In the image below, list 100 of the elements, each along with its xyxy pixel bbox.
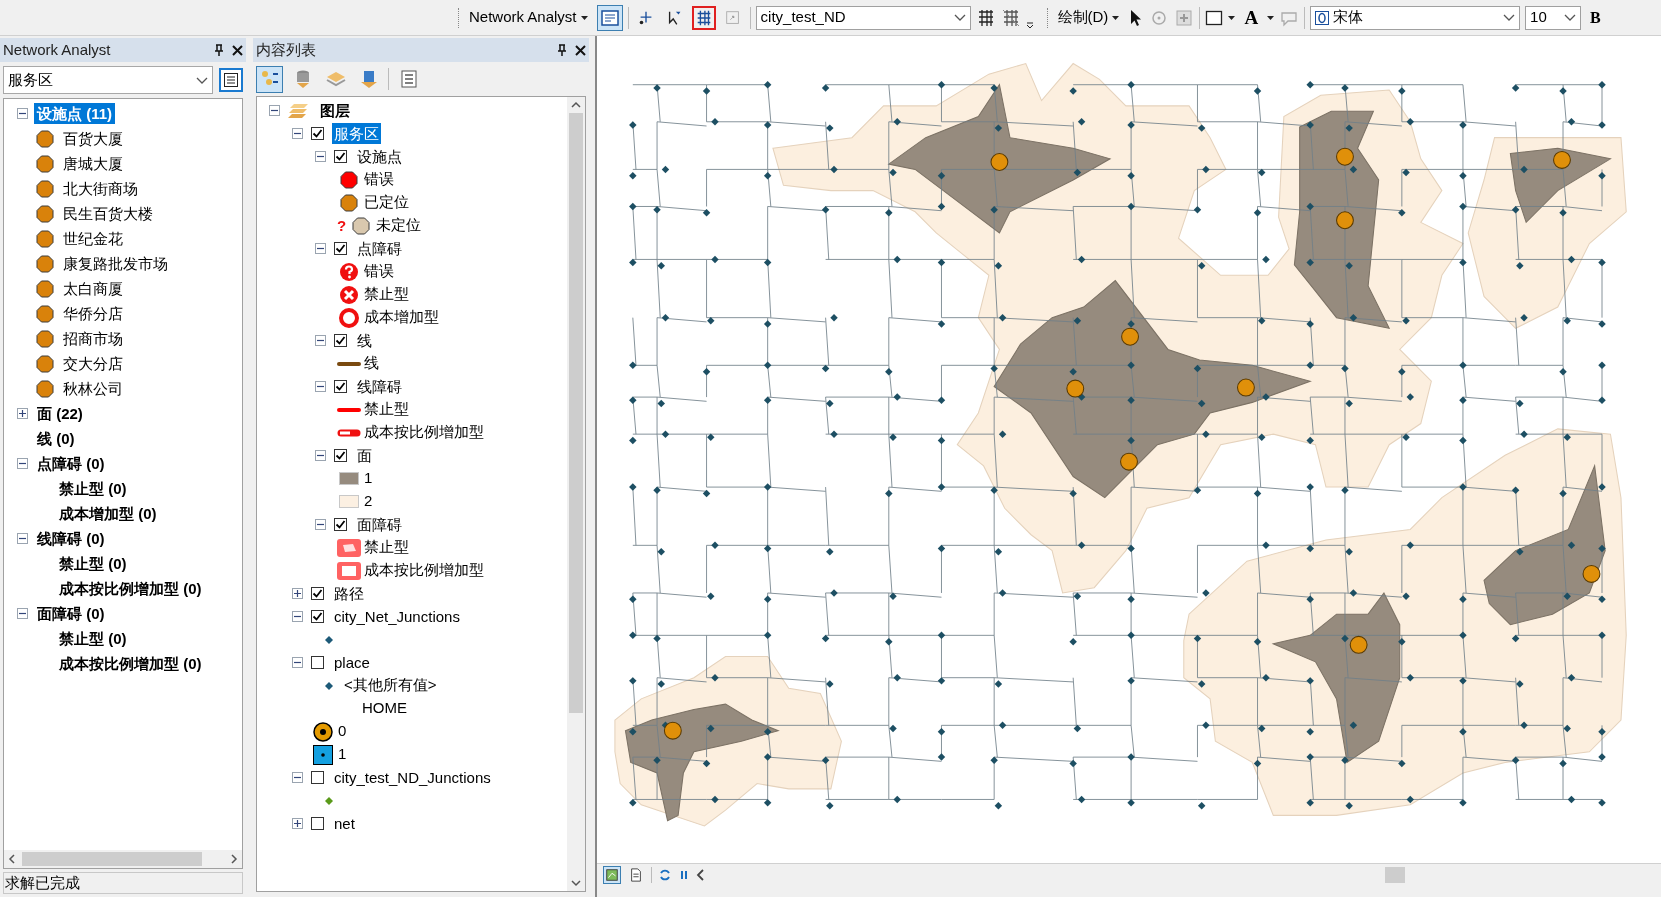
collapse-icon[interactable] — [315, 335, 326, 346]
cross-icon — [339, 284, 359, 305]
tree-item[interactable]: 民生百货大楼 — [60, 203, 156, 224]
collapse-icon[interactable] — [269, 105, 280, 116]
scroll-right-icon[interactable] — [230, 854, 238, 864]
tree-item[interactable]: 禁止型 (0) — [56, 478, 130, 499]
octagon-icon — [36, 354, 54, 373]
tree-item[interactable]: 禁止型 (0) — [56, 553, 130, 574]
layer-checkbox[interactable] — [311, 587, 324, 600]
layer-checkbox[interactable] — [334, 242, 347, 255]
scroll-down-icon[interactable] — [571, 879, 581, 887]
octagon-icon — [36, 154, 54, 173]
layer-checkbox[interactable] — [311, 127, 324, 140]
layer-name[interactable]: city_test_ND_Junctions — [332, 767, 493, 788]
layer-name[interactable]: 线 — [355, 330, 374, 351]
layer-name[interactable]: place — [332, 652, 372, 673]
properties-button[interactable] — [219, 68, 243, 92]
tree-item[interactable]: 华侨分店 — [60, 303, 126, 324]
collapse-icon[interactable] — [292, 611, 303, 622]
tree-item[interactable]: 唐城大厦 — [60, 153, 126, 174]
tree-item[interactable]: 北大街商场 — [60, 178, 141, 199]
data-frame-label[interactable]: 图层 — [318, 100, 352, 121]
layer-checkbox[interactable] — [311, 656, 324, 669]
layer-name[interactable]: 点障碍 — [355, 238, 404, 259]
close-icon[interactable] — [232, 44, 243, 56]
tree-item[interactable]: 点障碍 (0) — [34, 453, 108, 474]
tree-item[interactable]: 成本按比例增加型 (0) — [56, 578, 205, 599]
layer-checkbox[interactable] — [334, 150, 347, 163]
tree-item[interactable]: 交大分店 — [60, 353, 126, 374]
vertical-scrollbar[interactable] — [567, 97, 585, 891]
scroll-up-icon[interactable] — [571, 101, 581, 109]
network-analyst-menu[interactable]: Network Analyst — [465, 6, 592, 29]
collapse-icon[interactable] — [315, 381, 326, 392]
tree-item[interactable]: 线障碍 (0) — [34, 528, 108, 549]
text-tool[interactable]: A — [1240, 8, 1263, 27]
bold-button[interactable]: B — [1586, 5, 1605, 30]
tree-item[interactable]: 成本按比例增加型 (0) — [56, 653, 205, 674]
octagon-icon — [36, 204, 54, 223]
close-icon[interactable] — [575, 44, 586, 56]
scroll-thumb[interactable] — [1385, 866, 1405, 883]
collapse-icon[interactable] — [17, 458, 28, 469]
tree-item[interactable]: 面 (22) — [34, 403, 86, 424]
collapse-icon[interactable] — [292, 772, 303, 783]
layer-checkbox[interactable] — [311, 610, 324, 623]
layer-name[interactable]: 服务区 — [332, 123, 381, 144]
layer-name[interactable]: city_Net_Junctions — [332, 606, 462, 627]
collapse-icon[interactable] — [315, 519, 326, 530]
rectangle-icon[interactable] — [1205, 8, 1224, 27]
layer-checkbox[interactable] — [334, 334, 347, 347]
scroll-left-icon[interactable] — [696, 868, 706, 881]
layer-checkbox[interactable] — [311, 771, 324, 784]
data-view-button[interactable] — [603, 865, 621, 884]
refresh-icon[interactable] — [658, 867, 672, 882]
tree-item[interactable]: 招商市场 — [60, 328, 126, 349]
font-size-dropdown[interactable]: 10 — [1525, 5, 1582, 30]
expand-icon[interactable] — [292, 818, 303, 829]
font-dropdown[interactable]: 宋体 — [1310, 5, 1521, 30]
tree-item[interactable]: 康复路批发市场 — [60, 253, 171, 274]
expand-icon[interactable] — [292, 588, 303, 599]
layer-name[interactable]: 面 — [355, 445, 374, 466]
tool-button[interactable] — [691, 5, 716, 30]
drawing-order-tab[interactable] — [256, 65, 283, 93]
network-dataset-dropdown[interactable]: city_test_ND — [755, 5, 971, 30]
collapse-icon[interactable] — [292, 128, 303, 139]
tree-item[interactable]: 成本增加型 (0) — [56, 503, 160, 524]
legend-label: 成本按比例增加型 — [364, 560, 484, 581]
draw-menu[interactable]: 绘制(D) — [1053, 6, 1124, 29]
pin-icon[interactable] — [557, 44, 567, 56]
collapse-icon[interactable] — [315, 151, 326, 162]
tree-item[interactable]: 设施点 (11) — [34, 103, 115, 124]
layer-name[interactable]: 设施点 — [355, 146, 404, 167]
collapse-icon[interactable] — [292, 657, 303, 668]
layer-name[interactable]: 线障碍 — [355, 376, 404, 397]
hatched-grid-icon[interactable] — [1000, 7, 1021, 28]
collapse-icon[interactable] — [17, 108, 28, 119]
tree-item[interactable]: 秋林公司 — [60, 378, 126, 399]
collapse-icon[interactable] — [17, 608, 28, 619]
layer-name[interactable]: net — [332, 813, 357, 834]
tree-item[interactable]: 世纪金花 — [60, 228, 126, 249]
layer-checkbox[interactable] — [334, 380, 347, 393]
collapse-icon[interactable] — [315, 243, 326, 254]
pause-icon[interactable] — [678, 868, 690, 881]
collapse-icon[interactable] — [17, 533, 28, 544]
collapse-icon[interactable] — [315, 450, 326, 461]
layer-checkbox[interactable] — [334, 518, 347, 531]
layer-checkbox[interactable] — [311, 817, 324, 830]
expand-icon[interactable] — [17, 408, 28, 419]
scroll-left-icon[interactable] — [8, 854, 16, 864]
layer-checkbox[interactable] — [334, 449, 347, 462]
pin-icon[interactable] — [214, 44, 224, 56]
tree-item[interactable]: 禁止型 (0) — [56, 628, 130, 649]
layer-name[interactable]: 面障碍 — [355, 514, 404, 535]
tree-item[interactable]: 百货大厦 — [60, 128, 126, 149]
layer-name[interactable]: 路径 — [332, 583, 366, 604]
analysis-layer-dropdown[interactable]: 服务区 — [3, 66, 213, 94]
network-window-button[interactable] — [596, 4, 623, 31]
tree-item[interactable]: 太白商厦 — [60, 278, 126, 299]
tree-item[interactable]: 面障碍 (0) — [34, 603, 108, 624]
tree-item[interactable]: 线 (0) — [34, 428, 78, 449]
horizontal-scrollbar[interactable] — [4, 850, 242, 868]
